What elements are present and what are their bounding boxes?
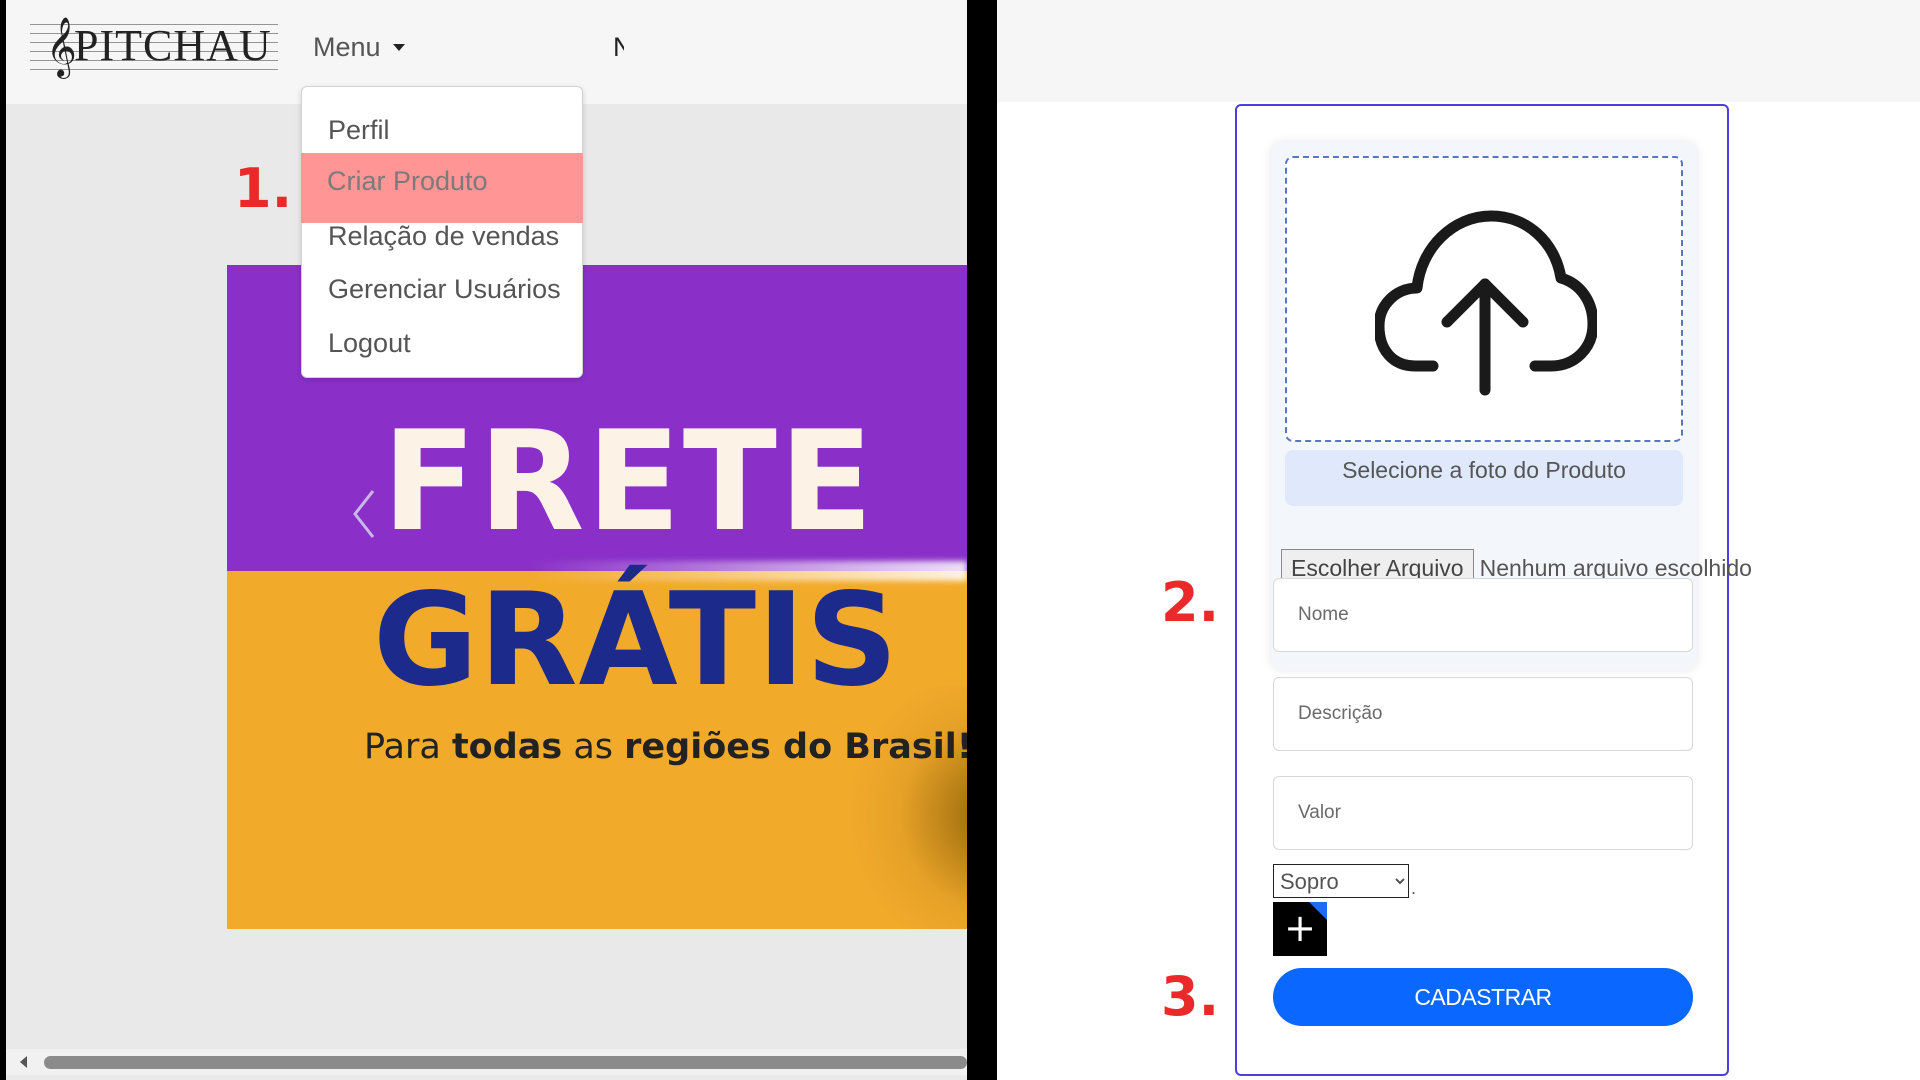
menu-dropdown: Perfil Criar Produto Relação de vendas G…: [301, 86, 583, 378]
banner-tagline: Para todas as regiões do Brasil!: [364, 727, 967, 767]
top-bar: [997, 0, 1920, 102]
scroll-left-arrow-icon[interactable]: [20, 1056, 27, 1068]
caret-down-icon: [392, 44, 405, 51]
storefront-page: 𝄞 PITCHAU Menu N Perfil Criar Produto Re…: [6, 0, 967, 1080]
horizontal-scrollbar[interactable]: [6, 1049, 967, 1075]
product-description-input[interactable]: [1273, 677, 1693, 751]
left-screenshot-panel: 𝄞 PITCHAU Menu N Perfil Criar Produto Re…: [0, 0, 967, 1080]
menu-label: Menu: [313, 32, 381, 62]
menu-item-logout[interactable]: Logout: [302, 317, 582, 370]
photo-upload-label[interactable]: Selecione a foto do Produto: [1285, 450, 1683, 506]
brand-logo[interactable]: 𝄞 PITCHAU: [30, 14, 278, 80]
nav-item-partial[interactable]: N: [613, 32, 624, 63]
banner-headline-2: GRÁTIS: [373, 566, 899, 715]
submit-button[interactable]: CADASTRAR: [1273, 968, 1693, 1026]
right-screenshot-panel: 2. 3. Selecione a foto do Produto Escolh…: [997, 0, 1920, 1080]
select-separator: .: [1411, 879, 1417, 898]
treble-clef-icon: 𝄞: [46, 17, 77, 77]
product-value-input[interactable]: [1273, 776, 1693, 850]
menu-dropdown-toggle[interactable]: Menu: [313, 32, 405, 63]
step-1-label: 1.: [234, 157, 293, 220]
banner-headline-1: FRETE: [382, 401, 876, 562]
add-button-corner-mark: [1309, 902, 1327, 920]
photo-drop-zone[interactable]: [1285, 156, 1683, 442]
category-select-row: Sopro .: [1273, 864, 1416, 898]
scrollbar-thumb[interactable]: [44, 1056, 967, 1069]
create-product-form: Selecione a foto do Produto Escolher Arq…: [1235, 104, 1752, 1076]
brand-name: PITCHAU: [74, 21, 272, 70]
step-2-label: 2.: [1161, 571, 1220, 634]
category-select[interactable]: Sopro: [1273, 864, 1409, 898]
menu-item-relacao-vendas[interactable]: Relação de vendas: [302, 210, 582, 263]
menu-item-perfil[interactable]: Perfil: [302, 104, 582, 157]
product-name-input[interactable]: [1273, 578, 1693, 652]
step-3-label: 3.: [1161, 965, 1220, 1028]
cloud-upload-icon: [1375, 210, 1597, 396]
menu-item-gerenciar-usuarios[interactable]: Gerenciar Usuários: [302, 263, 582, 316]
carousel-prev-icon[interactable]: [349, 487, 379, 541]
add-category-button[interactable]: +: [1273, 902, 1327, 956]
